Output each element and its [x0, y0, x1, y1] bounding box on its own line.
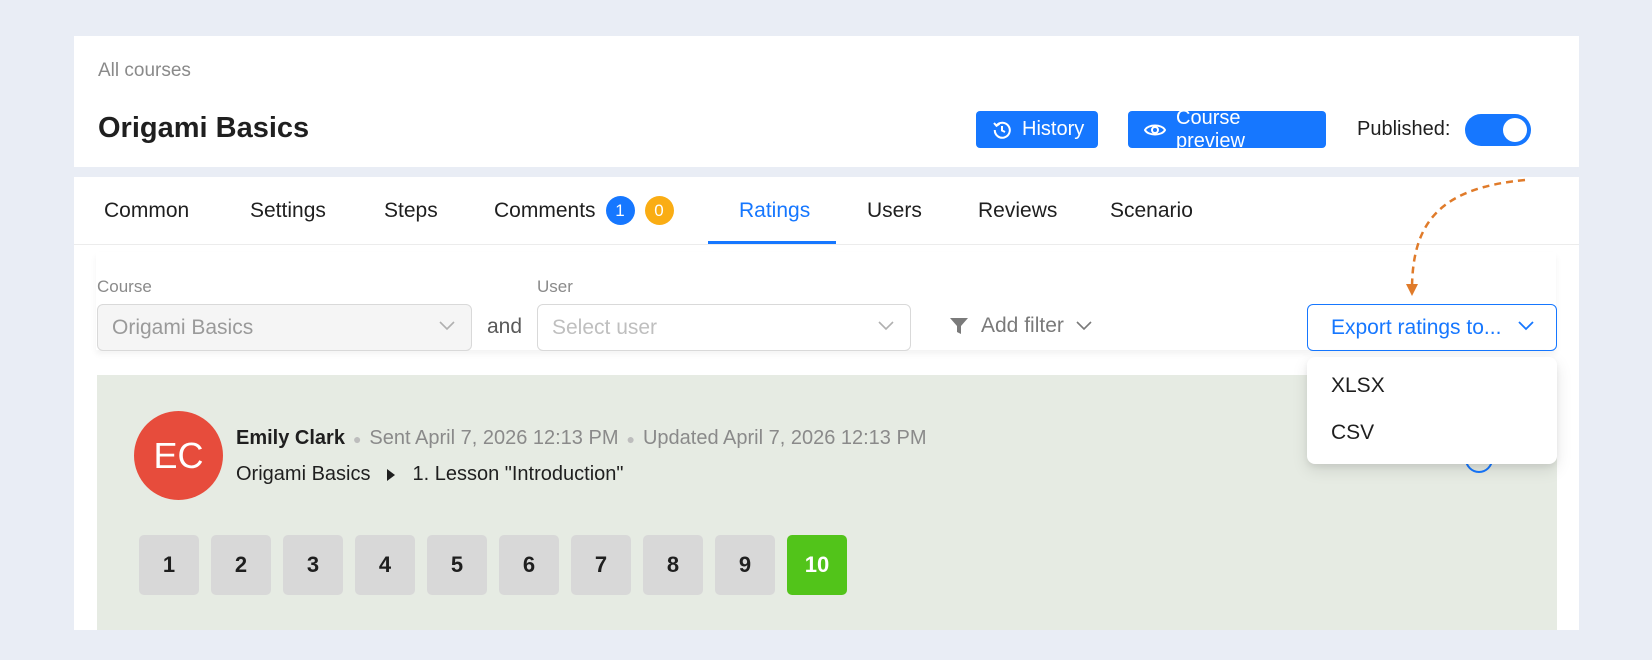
eye-icon — [1144, 124, 1166, 135]
rating-meta: Emily Clark ● Sent April 7, 2026 12:13 P… — [236, 427, 926, 450]
comments-pending-badge: 0 — [644, 196, 674, 225]
export-option-csv[interactable]: CSV — [1331, 421, 1374, 445]
rating-location: Origami Basics 1. Lesson "Introduction" — [236, 463, 623, 486]
user-name[interactable]: Emily Clark — [236, 427, 345, 450]
lesson-link[interactable]: 1. Lesson "Introduction" — [412, 463, 623, 486]
filter-joiner: and — [487, 315, 523, 338]
tab-label: Reviews — [978, 198, 1058, 222]
history-icon — [993, 121, 1011, 139]
course-tabs: Common Settings Steps Comments 1 0 Ratin… — [74, 177, 1579, 245]
course-field-label: Course — [97, 277, 152, 296]
page-title: Origami Basics — [98, 112, 310, 144]
tab-users[interactable]: Users — [867, 177, 922, 244]
filter-icon — [950, 318, 968, 334]
history-button[interactable]: History — [976, 111, 1098, 148]
export-dropdown-menu: XLSX CSV — [1307, 357, 1557, 464]
course-header: All courses Origami Basics History Cours… — [74, 36, 1579, 167]
tab-label: Common — [104, 198, 190, 222]
score-button[interactable]: 1 — [139, 535, 199, 595]
tab-settings[interactable]: Settings — [250, 177, 326, 244]
tab-label: Scenario — [1110, 198, 1193, 222]
course-select[interactable]: Origami Basics — [97, 304, 472, 351]
user-field-label: User — [537, 277, 573, 296]
tab-scenario[interactable]: Scenario — [1110, 177, 1193, 244]
score-button-selected[interactable]: 10 — [787, 535, 847, 595]
chevron-down-icon — [1518, 321, 1534, 331]
published-toggle[interactable] — [1465, 114, 1531, 146]
history-label: History — [1022, 118, 1085, 140]
user-select-placeholder: Select user — [552, 315, 658, 339]
score-button[interactable]: 5 — [427, 535, 487, 595]
tab-label: Settings — [250, 198, 326, 222]
tab-label: Steps — [384, 198, 438, 222]
score-button[interactable]: 3 — [283, 535, 343, 595]
course-select-value: Origami Basics — [112, 315, 254, 339]
tab-label: Ratings — [739, 198, 811, 222]
tab-steps[interactable]: Steps — [384, 177, 438, 244]
score-button[interactable]: 6 — [499, 535, 559, 595]
score-button[interactable]: 8 — [643, 535, 703, 595]
tab-comments[interactable]: Comments 1 0 — [494, 177, 674, 244]
chevron-down-icon — [878, 321, 894, 331]
tab-common[interactable]: Common — [104, 177, 189, 244]
course-link[interactable]: Origami Basics — [236, 463, 370, 486]
export-option-xlsx[interactable]: XLSX — [1331, 374, 1385, 398]
tab-reviews[interactable]: Reviews — [978, 177, 1057, 244]
updated-date: Updated April 7, 2026 12:13 PM — [642, 427, 927, 449]
separator-dot: ● — [626, 430, 635, 447]
add-filter-label: Add filter — [981, 314, 1064, 337]
export-ratings-select[interactable]: Export ratings to... — [1307, 304, 1557, 351]
active-tab-indicator — [708, 241, 836, 244]
course-preview-button[interactable]: Course preview — [1128, 107, 1326, 152]
score-row: 1 2 3 4 5 6 7 8 9 10 — [139, 535, 847, 595]
score-button[interactable]: 9 — [715, 535, 775, 595]
tab-ratings[interactable]: Ratings — [739, 177, 810, 244]
sent-date: Sent April 7, 2026 12:13 PM — [369, 427, 619, 449]
published-label: Published: — [1357, 118, 1451, 140]
course-preview-label: Course preview — [1176, 106, 1245, 152]
chevron-down-icon — [439, 321, 455, 331]
user-select[interactable]: Select user — [537, 304, 911, 351]
comments-count-badge: 1 — [605, 196, 635, 225]
breadcrumb-all-courses[interactable]: All courses — [98, 60, 191, 82]
export-ratings-label: Export ratings to... — [1331, 315, 1502, 339]
caret-right-icon — [387, 468, 396, 481]
avatar-initials: EC — [153, 434, 204, 476]
avatar: EC — [134, 411, 223, 500]
tab-label: Users — [867, 198, 922, 222]
tab-label: Comments — [494, 198, 596, 222]
add-filter-button[interactable]: Add filter — [949, 314, 1092, 338]
separator-dot: ● — [352, 430, 362, 447]
chevron-down-icon — [1076, 321, 1092, 331]
score-button[interactable]: 4 — [355, 535, 415, 595]
score-button[interactable]: 2 — [211, 535, 271, 595]
score-button[interactable]: 7 — [571, 535, 631, 595]
toggle-knob — [1503, 118, 1527, 142]
